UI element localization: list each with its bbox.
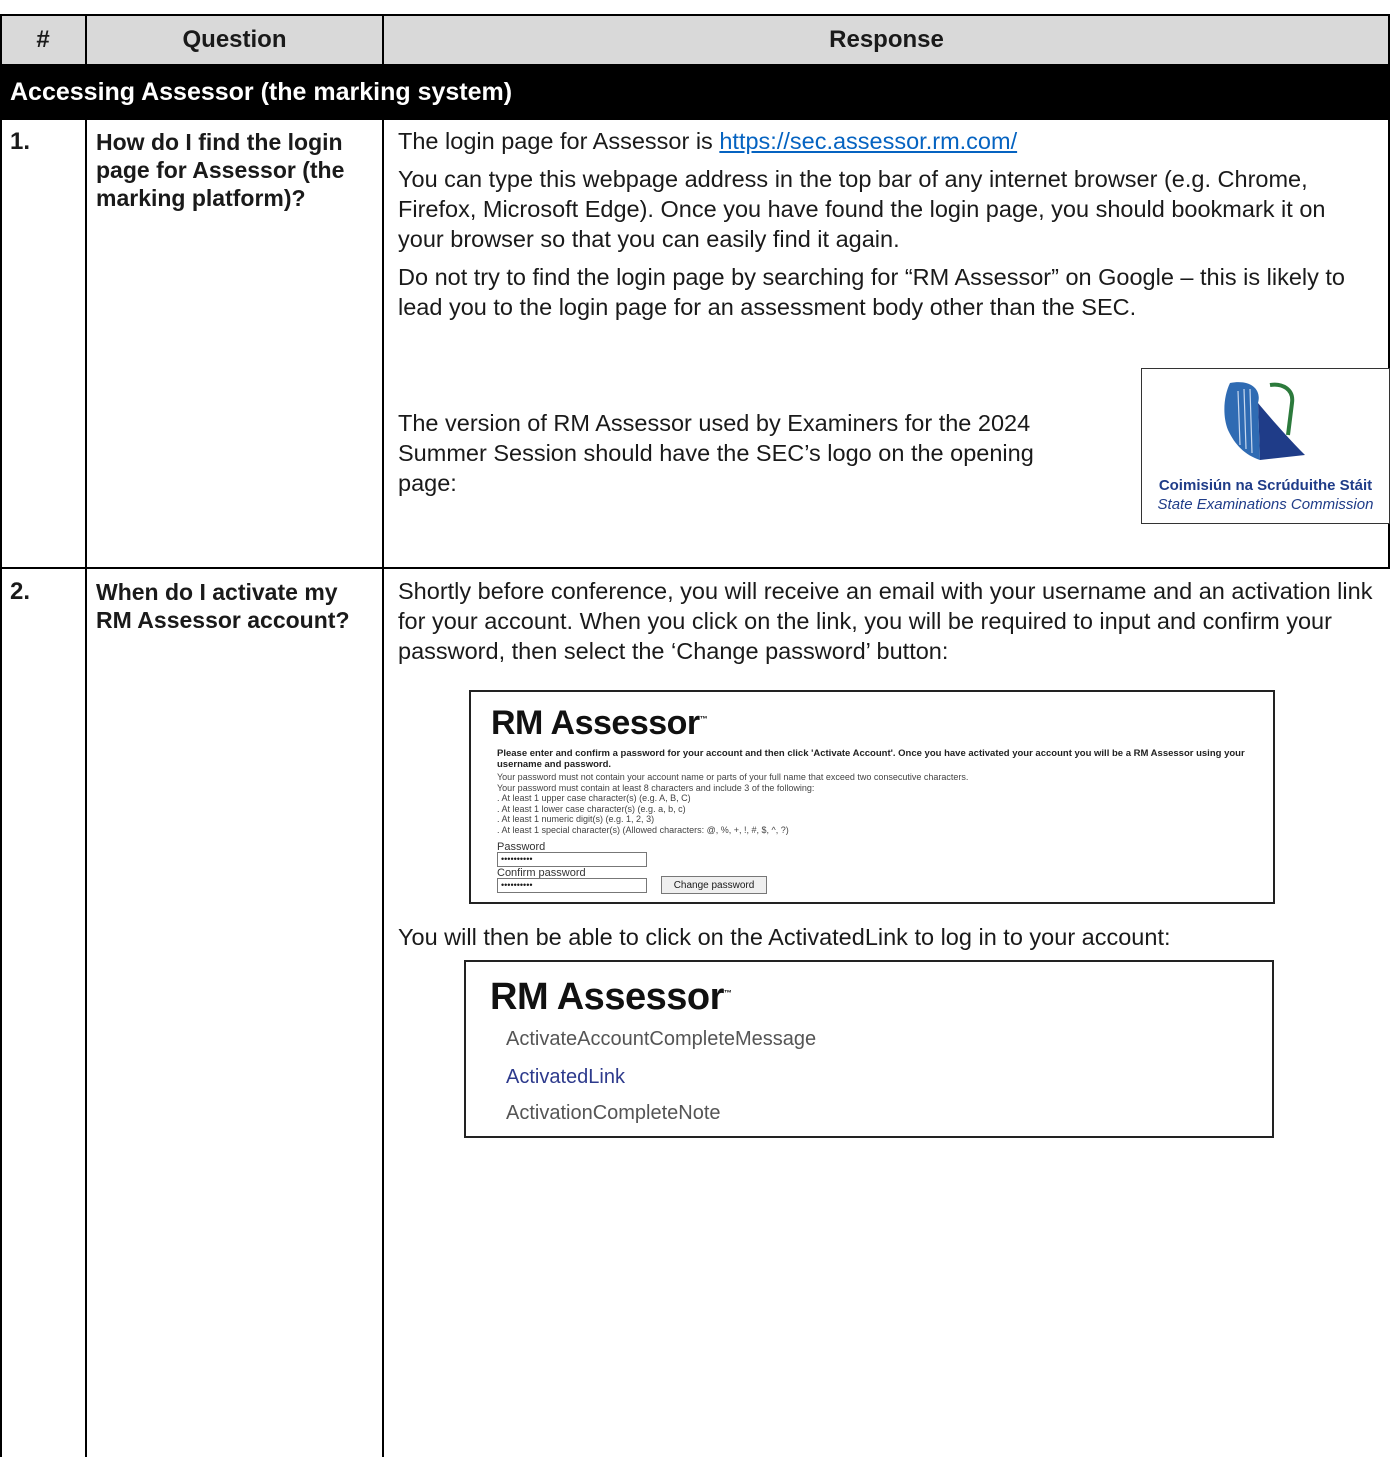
row1-bottom-border (0, 567, 1390, 569)
row1-response-p1: The login page for Assessor is https://s… (398, 126, 1378, 156)
harp-icon (1224, 382, 1305, 460)
row1-response-p4: The version of RM Assessor used by Exami… (398, 410, 1034, 496)
trademark-mark: ™ (699, 714, 708, 724)
assessor-login-link[interactable]: https://sec.assessor.rm.com/ (719, 128, 1017, 154)
rule-line: . At least 1 lower case character(s) (e.… (497, 803, 686, 814)
rule-line: Your password must contain at least 8 ch… (497, 782, 815, 793)
row1-response-p1-text: The login page for Assessor is (398, 128, 720, 154)
password-field[interactable]: •••••••••• (497, 852, 647, 867)
password-rules: Your password must not contain your acco… (497, 772, 1257, 835)
row1-response-p2: You can type this webpage address in the… (398, 166, 1326, 252)
header-cell-question: Question (86, 16, 383, 64)
row1-response-p3-text: Do not try to find the login page by sea… (398, 264, 1345, 320)
complete-note: ActivationCompleteNote (506, 1102, 721, 1124)
activation-complete-screenshot: RM Assessor™ ActivateAccountCompleteMess… (464, 960, 1274, 1138)
col-divider-1-rows (85, 118, 87, 1457)
header-response: Response (829, 26, 944, 53)
row1-question: How do I find the login page for Assesso… (96, 129, 345, 211)
section-title: Accessing Assessor (the marking system) (0, 66, 1390, 118)
activated-link[interactable]: ActivatedLink (506, 1066, 625, 1089)
activate-account-screenshot: RM Assessor™ Please enter and confirm a … (469, 690, 1275, 904)
rm-assessor-logo-2: RM Assessor™ (490, 976, 732, 1019)
rule-line: . At least 1 numeric digit(s) (e.g. 1, 2… (497, 814, 655, 824)
header-question: Question (182, 26, 287, 53)
rm-assessor-logo-text: RM Assessor (491, 704, 700, 742)
col-divider-2-rows (382, 118, 384, 1457)
confirm-password-field[interactable]: •••••••••• (497, 878, 647, 893)
rm-assessor-logo: RM Assessor™ (491, 704, 708, 743)
col-divider-2 (382, 14, 384, 66)
sec-logo-english: State Examinations Commission (1157, 496, 1374, 513)
row1-number: 1. (10, 128, 31, 155)
header-bottom-border (0, 64, 1390, 66)
sec-logo-irish: Coimisiún na Scrúduithe Stáit (1158, 477, 1373, 494)
activate-intro: Please enter and confirm a password for … (497, 748, 1257, 770)
rule-line: Your password must not contain your acco… (497, 772, 969, 782)
sec-logo: Coimisiún na Scrúduithe Stáit State Exam… (1141, 368, 1390, 524)
rm-assessor-logo-2-text: RM Assessor (490, 976, 724, 1018)
col-divider-1 (85, 14, 87, 66)
change-password-button[interactable]: Change password (661, 876, 767, 894)
table-left-border (0, 14, 2, 66)
complete-message: ActivateAccountCompleteMessage (506, 1028, 817, 1050)
activate-intro-text: Please enter and confirm a password for … (497, 748, 1245, 770)
header-num: # (36, 26, 50, 53)
header-cell-response: Response (383, 16, 1390, 64)
row1-top-border (0, 118, 1390, 120)
section-title-text: Accessing Assessor (the marking system) (10, 77, 513, 106)
row2-number: 2. (10, 578, 31, 605)
trademark-mark-2: ™ (723, 988, 732, 998)
rule-line: . At least 1 special character(s) (Allow… (497, 824, 789, 835)
header-cell-num: # (0, 16, 86, 64)
table-left-border-rows (0, 118, 2, 1457)
rule-line: . At least 1 upper case character(s) (e.… (497, 793, 691, 803)
row2-response-p2: You will then be able to click on the Ac… (398, 924, 1171, 950)
row1-response-p3: Do not try to find the login page by sea… (398, 262, 1383, 322)
row2-question: When do I activate my RM Assessor accoun… (96, 579, 350, 633)
row2-response-p1: Shortly before conference, you will rece… (398, 578, 1373, 664)
table-top-border (0, 14, 1390, 16)
